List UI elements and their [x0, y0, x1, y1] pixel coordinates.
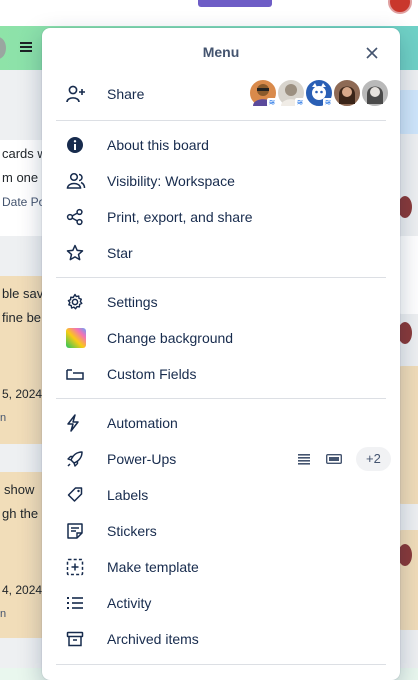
card-number-icon[interactable] [326, 451, 342, 467]
background-swatch-icon [66, 328, 92, 348]
labels-label: Labels [107, 487, 149, 503]
custom-fields-menu-item[interactable]: Custom Fields [56, 357, 386, 391]
member-avatar[interactable] [332, 78, 362, 108]
custom-fields-icon [66, 364, 92, 384]
card-member-avatar [398, 544, 412, 566]
board-members-list: ≋ ≋ ≋ [248, 78, 390, 108]
top-navigation-bar [0, 0, 418, 26]
about-board-label: About this board [107, 137, 209, 153]
share-nodes-icon [66, 207, 92, 227]
template-icon [66, 557, 92, 577]
star-label: Star [107, 245, 133, 261]
list-card[interactable]: show gh the 4, 2024 n [0, 472, 48, 638]
settings-label: Settings [107, 294, 158, 310]
activity-list-icon [66, 593, 92, 613]
archive-icon [66, 629, 92, 649]
info-icon [66, 135, 92, 155]
star-menu-item[interactable]: Star [56, 236, 386, 270]
close-icon [365, 46, 379, 60]
card-title-line: ble sav [2, 286, 44, 301]
menu-divider [56, 664, 386, 665]
enabled-power-ups: +2 [296, 447, 391, 471]
board-menu-icon[interactable] [19, 40, 33, 54]
card-date: 5, 2024 [2, 387, 43, 401]
automation-menu-item[interactable]: Automation [56, 406, 386, 440]
lightning-icon [66, 413, 92, 433]
card-member-avatar [398, 322, 412, 344]
card-title-line: cards w [2, 146, 47, 161]
visibility-menu-item[interactable]: Visibility: Workspace [56, 164, 386, 198]
member-avatar[interactable]: ≋ [248, 78, 278, 108]
stickers-menu-item[interactable]: Stickers [56, 514, 386, 548]
print-export-share-menu-item[interactable]: Print, export, and share [56, 200, 386, 234]
about-board-menu-item[interactable]: About this board [56, 128, 386, 162]
automation-label: Automation [107, 415, 178, 431]
visibility-label: Visibility: Workspace [107, 173, 235, 189]
print-export-share-label: Print, export, and share [107, 209, 253, 225]
activity-label: Activity [107, 595, 152, 611]
power-ups-label: Power-Ups [107, 451, 177, 467]
member-avatar[interactable] [360, 78, 390, 108]
menu-divider [56, 120, 386, 121]
member-avatar[interactable]: ≋ [276, 78, 306, 108]
labels-menu-item[interactable]: Labels [56, 478, 386, 512]
admin-badge-icon: ≋ [267, 98, 277, 107]
card-title-line: fine be [2, 310, 42, 325]
share-label: Share [107, 86, 145, 102]
change-background-menu-item[interactable]: Change background [56, 321, 386, 355]
board-menu-panel: Menu Share ≋ ≋ ≋ About this board Visibi… [42, 28, 400, 680]
card-member-avatar [398, 196, 412, 218]
card-title-line: show [4, 482, 35, 497]
sticker-icon [66, 521, 92, 541]
admin-badge-icon: ≋ [295, 98, 305, 107]
list-card[interactable]: ble sav fine be 5, 2024 n [0, 276, 48, 444]
gear-icon [66, 292, 92, 312]
card-meta: n [0, 412, 7, 424]
list-lines-icon[interactable] [296, 451, 312, 467]
make-template-label: Make template [107, 559, 199, 575]
settings-menu-item[interactable]: Settings [56, 285, 386, 319]
archived-items-menu-item[interactable]: Archived items [56, 622, 386, 656]
tag-icon [66, 485, 92, 505]
admin-badge-icon: ≋ [323, 98, 333, 107]
close-menu-button[interactable] [360, 41, 384, 65]
account-avatar[interactable] [388, 0, 412, 14]
card-title-line: m one b [2, 170, 48, 185]
menu-divider [56, 277, 386, 278]
more-power-ups-button[interactable]: +2 [356, 447, 391, 471]
custom-fields-label: Custom Fields [107, 366, 197, 382]
create-button[interactable] [198, 0, 272, 7]
card-title-line: gh the [2, 506, 39, 521]
activity-menu-item[interactable]: Activity [56, 586, 386, 620]
stickers-label: Stickers [107, 523, 157, 539]
card-meta: n [0, 608, 7, 620]
archived-items-label: Archived items [107, 631, 199, 647]
card-meta: Date Po [2, 195, 46, 209]
menu-title: Menu [202, 44, 240, 60]
menu-divider [56, 398, 386, 399]
star-icon [66, 243, 92, 263]
member-avatar[interactable]: ≋ [304, 78, 334, 108]
list-card[interactable]: cards w m one b Date Po [0, 140, 48, 236]
add-person-icon [66, 84, 92, 104]
make-template-menu-item[interactable]: Make template [56, 550, 386, 584]
card-date: 4, 2024 [2, 583, 43, 597]
people-icon [66, 171, 92, 191]
rocket-icon [66, 449, 92, 469]
change-background-label: Change background [107, 330, 234, 346]
